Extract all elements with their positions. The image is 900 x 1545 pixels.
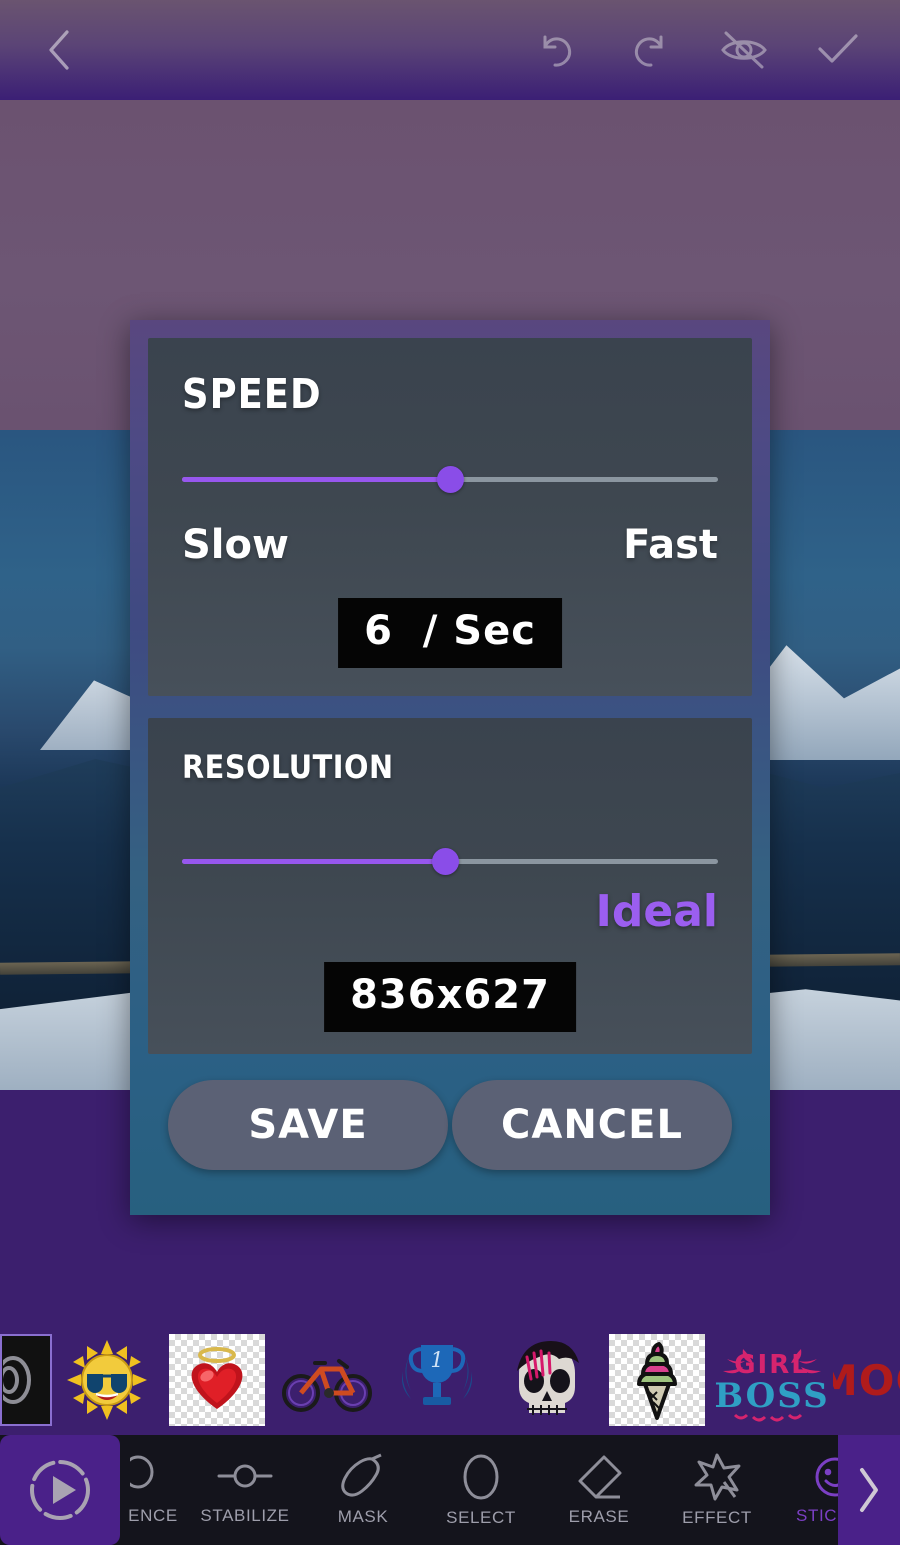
tool-effect[interactable]: EFFECT — [658, 1435, 776, 1545]
speed-panel: SPEED Slow Fast 6 / Sec — [148, 338, 752, 696]
sticker-strip[interactable]: 1 GIRL BOSS MO — [0, 1325, 900, 1435]
tool-stabilize-label: STABILIZE — [200, 1506, 290, 1525]
resolution-value-box: 836x627 — [324, 962, 576, 1032]
app-screen: SPEED Slow Fast 6 / Sec RESOLUTION Ideal — [0, 0, 900, 1545]
sticker-dark-swirl[interactable] — [0, 1334, 52, 1426]
speed-value: 6 / Sec — [364, 608, 536, 654]
tool-select[interactable]: SELECT — [422, 1435, 540, 1545]
resolution-slider-fill — [182, 859, 445, 864]
resolution-title: RESOLUTION — [182, 748, 394, 786]
top-toolbar — [0, 0, 900, 100]
svg-text:MOOD: MOOD — [833, 1356, 900, 1405]
sticker-skull-emo[interactable] — [492, 1330, 602, 1430]
tool-effect-label: EFFECT — [682, 1508, 752, 1527]
sticker-heart-halo[interactable] — [169, 1334, 265, 1426]
chevron-right-icon[interactable] — [838, 1435, 900, 1545]
svg-text:BOSS: BOSS — [714, 1376, 829, 1416]
check-icon[interactable] — [810, 22, 866, 78]
speed-slider[interactable] — [182, 464, 718, 494]
chevron-left-icon[interactable] — [32, 22, 88, 78]
bottom-toolbar: ENCE STABILIZE MASK SELECT ERASE EFFECT … — [0, 1435, 900, 1545]
tool-erase-label: ERASE — [568, 1507, 630, 1526]
tool-mask-label: MASK — [337, 1507, 389, 1526]
speed-slider-fill — [182, 477, 450, 482]
speed-range-labels: Slow Fast — [182, 522, 718, 568]
tool-select-label: SELECT — [446, 1508, 516, 1527]
svg-text:1: 1 — [430, 1348, 443, 1372]
tool-sticker[interactable]: STICKER — [776, 1435, 838, 1545]
resolution-panel: RESOLUTION Ideal 836x627 — [148, 718, 752, 1054]
sticker-girl-boss-text[interactable]: GIRL BOSS — [712, 1330, 832, 1430]
play-button[interactable] — [0, 1435, 120, 1545]
resolution-slider-thumb[interactable] — [431, 848, 459, 875]
speed-value-box: 6 / Sec — [338, 598, 562, 668]
tool-stabilize[interactable]: STABILIZE — [186, 1435, 304, 1545]
resolution-value: 836x627 — [350, 972, 550, 1018]
tool-sequence-label: ENCE — [128, 1506, 178, 1525]
tool-erase[interactable]: ERASE — [540, 1435, 658, 1545]
sticker-mood-text[interactable]: MOOD — [832, 1330, 900, 1430]
tool-list: ENCE STABILIZE MASK SELECT ERASE EFFECT … — [120, 1435, 838, 1545]
dialog-actions: SAVE CANCEL — [148, 1080, 752, 1170]
tool-sequence[interactable]: ENCE — [120, 1435, 186, 1545]
resolution-slider[interactable] — [182, 846, 718, 876]
sticker-sun-sunglasses[interactable] — [52, 1330, 162, 1430]
cancel-button[interactable]: CANCEL — [452, 1080, 732, 1170]
eye-off-icon[interactable] — [716, 22, 772, 78]
sticker-trophy-one[interactable]: 1 — [382, 1330, 492, 1430]
resolution-hint-label: Ideal — [595, 886, 718, 937]
speed-min-label: Slow — [182, 522, 289, 568]
redo-icon[interactable] — [622, 22, 678, 78]
speed-slider-thumb[interactable] — [437, 466, 464, 493]
sticker-ice-cream-cone[interactable] — [609, 1334, 705, 1426]
export-settings-dialog: SPEED Slow Fast 6 / Sec RESOLUTION Ideal — [130, 320, 770, 1215]
tool-mask[interactable]: MASK — [304, 1435, 422, 1545]
speed-max-label: Fast — [623, 522, 718, 568]
speed-title: SPEED — [182, 370, 322, 418]
sticker-bicycle[interactable] — [272, 1330, 382, 1430]
undo-icon[interactable] — [528, 22, 584, 78]
tool-sticker-label: STICKER — [796, 1506, 838, 1525]
save-button[interactable]: SAVE — [168, 1080, 448, 1170]
